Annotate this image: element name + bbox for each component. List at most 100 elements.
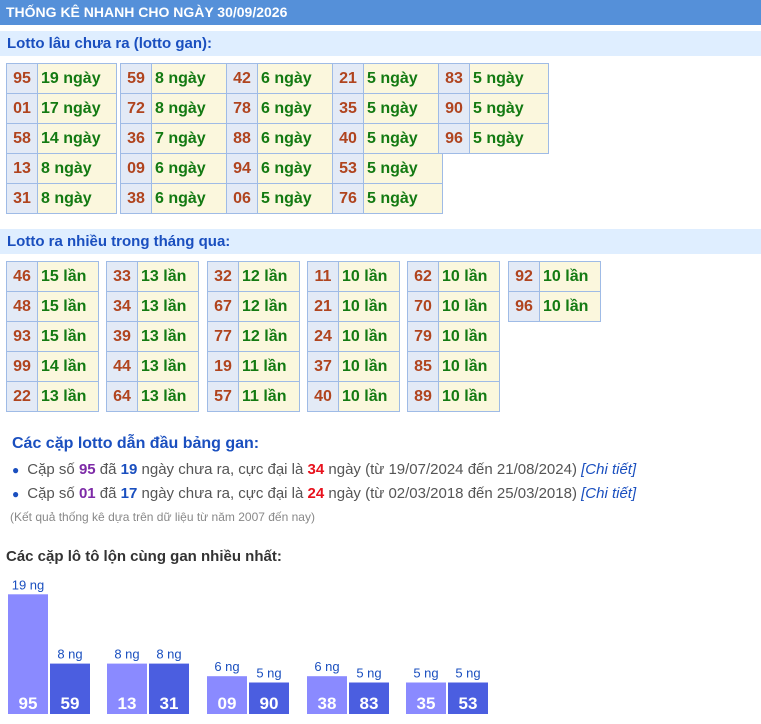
lotto-number: 96 bbox=[508, 291, 540, 322]
lotto-count: 11 lần bbox=[238, 381, 300, 412]
lotto-count: 14 lần bbox=[37, 351, 99, 382]
lotto-number: 58 bbox=[6, 123, 38, 154]
leader-item: ● Cặp số 01 đã 17 ngày chưa ra, cực đại l… bbox=[12, 482, 636, 506]
lotto-number: 13 bbox=[6, 153, 38, 184]
lotto-number: 11 bbox=[307, 261, 339, 292]
pairs-bar-chart: 19 ng 95 8 ng 59 8 ng 13 8 ng 31 6 ng 09 5 ng 90 6 n… bbox=[8, 577, 488, 714]
lotto-number: 90 bbox=[438, 93, 470, 124]
leader-max: 24 bbox=[307, 485, 325, 502]
lotto-number: 36 bbox=[120, 123, 152, 154]
lotto-number: 96 bbox=[438, 123, 470, 154]
lotto-row: 53 5 ngày bbox=[332, 153, 443, 184]
leaders-title: Các cặp lotto dẫn đầu bảng gan: bbox=[12, 435, 260, 452]
lotto-table: 42 6 ngày 78 6 ngày 88 6 ngày 94 6 ngày 06 5 ngày bbox=[226, 63, 337, 214]
bar-number-label: 83 bbox=[360, 694, 379, 713]
lotto-row: 62 10 lần bbox=[407, 261, 500, 292]
gan-section-title: Lotto lâu chưa ra (lotto gan): bbox=[0, 31, 761, 56]
lotto-number: 21 bbox=[332, 63, 364, 94]
frequent-section-title: Lotto ra nhiều trong tháng qua: bbox=[0, 229, 761, 254]
leader-pair: 01 bbox=[78, 485, 96, 502]
lotto-row: 31 8 ngày bbox=[6, 183, 117, 214]
lotto-count: 10 lần bbox=[438, 291, 500, 322]
bar-number-label: 09 bbox=[218, 694, 237, 713]
lotto-table: 59 8 ngày 72 8 ngày 36 7 ngày 09 6 ngày 38 6 ngày bbox=[120, 63, 231, 214]
lotto-count: 11 lần bbox=[238, 351, 300, 382]
bar-number-label: 13 bbox=[118, 694, 137, 713]
lotto-row: 89 10 lần bbox=[407, 381, 500, 412]
lotto-row: 40 10 lần bbox=[307, 381, 400, 412]
lotto-number: 42 bbox=[226, 63, 258, 94]
lotto-count: 8 ngày bbox=[37, 183, 117, 214]
lotto-row: 76 5 ngày bbox=[332, 183, 443, 214]
lotto-number: 09 bbox=[120, 153, 152, 184]
lotto-count: 10 lần bbox=[438, 261, 500, 292]
lotto-row: 90 5 ngày bbox=[438, 93, 549, 124]
lotto-row: 46 15 lần bbox=[6, 261, 99, 292]
lotto-count: 13 lần bbox=[137, 351, 199, 382]
lotto-number: 53 bbox=[332, 153, 364, 184]
lotto-number: 46 bbox=[6, 261, 38, 292]
leader-text: đã bbox=[95, 485, 121, 502]
leader-days: 17 bbox=[120, 485, 138, 502]
lotto-number: 40 bbox=[332, 123, 364, 154]
lotto-number: 38 bbox=[120, 183, 152, 214]
lotto-row: 99 14 lần bbox=[6, 351, 99, 382]
lotto-row: 72 8 ngày bbox=[120, 93, 231, 124]
lotto-table: 92 10 lần 96 10 lần bbox=[508, 261, 601, 322]
lotto-row: 11 10 lần bbox=[307, 261, 400, 292]
lotto-number: 39 bbox=[106, 321, 138, 352]
lotto-count: 8 ngày bbox=[37, 153, 117, 184]
leader-max: 34 bbox=[307, 461, 325, 478]
lotto-row: 38 6 ngày bbox=[120, 183, 231, 214]
lotto-count: 15 lần bbox=[37, 321, 99, 352]
leader-pair: 95 bbox=[78, 461, 96, 478]
lotto-count: 5 ngày bbox=[469, 93, 549, 124]
lotto-row: 59 8 ngày bbox=[120, 63, 231, 94]
lotto-row: 06 5 ngày bbox=[226, 183, 337, 214]
lotto-row: 40 5 ngày bbox=[332, 123, 443, 154]
lotto-row: 78 6 ngày bbox=[226, 93, 337, 124]
lotto-number: 24 bbox=[307, 321, 339, 352]
lotto-count: 13 lần bbox=[37, 381, 99, 412]
lotto-number: 57 bbox=[207, 381, 239, 412]
leader-text: đã bbox=[95, 461, 121, 478]
lotto-number: 32 bbox=[207, 261, 239, 292]
lotto-number: 67 bbox=[207, 291, 239, 322]
lotto-count: 10 lần bbox=[338, 351, 400, 382]
lotto-count: 6 ngày bbox=[151, 183, 231, 214]
lotto-row: 37 10 lần bbox=[307, 351, 400, 382]
lotto-number: 22 bbox=[6, 381, 38, 412]
lotto-number: 94 bbox=[226, 153, 258, 184]
detail-link[interactable]: [Chi tiết] bbox=[581, 461, 636, 478]
lotto-table: 33 13 lần 34 13 lần 39 13 lần 44 13 lần 64 13 lần bbox=[106, 261, 199, 412]
lotto-count: 5 ngày bbox=[363, 183, 443, 214]
bar-number-label: 59 bbox=[61, 694, 80, 713]
lotto-row: 09 6 ngày bbox=[120, 153, 231, 184]
lotto-count: 10 lần bbox=[338, 321, 400, 352]
lotto-number: 21 bbox=[307, 291, 339, 322]
bar-number-label: 53 bbox=[459, 694, 478, 713]
lotto-number: 06 bbox=[226, 183, 258, 214]
lotto-number: 78 bbox=[226, 93, 258, 124]
lotto-count: 19 ngày bbox=[37, 63, 117, 94]
lotto-count: 12 lần bbox=[238, 321, 300, 352]
lotto-row: 92 10 lần bbox=[508, 261, 601, 292]
lotto-number: 70 bbox=[407, 291, 439, 322]
bar-value-label: 5 ng bbox=[455, 666, 480, 681]
lotto-table: 11 10 lần 21 10 lần 24 10 lần 37 10 lần 40 10 lần bbox=[307, 261, 400, 412]
lotto-number: 19 bbox=[207, 351, 239, 382]
bar-value-label: 8 ng bbox=[156, 647, 181, 662]
lotto-number: 76 bbox=[332, 183, 364, 214]
lotto-number: 33 bbox=[106, 261, 138, 292]
lotto-count: 5 ngày bbox=[257, 183, 337, 214]
leader-text: ngày (từ 19/07/2024 đến 21/08/2024) bbox=[324, 461, 582, 478]
pairs-chart-title: Các cặp lô tô lộn cùng gan nhiều nhất: bbox=[6, 548, 282, 565]
data-note: (Kết quả thống kê dựa trên dữ liệu từ nă… bbox=[10, 510, 315, 524]
leader-days: 19 bbox=[120, 461, 138, 478]
lotto-count: 10 lần bbox=[338, 261, 400, 292]
lotto-number: 79 bbox=[407, 321, 439, 352]
lotto-row: 85 10 lần bbox=[407, 351, 500, 382]
leader-text: ngày chưa ra, cực đại là bbox=[137, 485, 308, 502]
leader-item: ● Cặp số 95 đã 19 ngày chưa ra, cực đại l… bbox=[12, 458, 636, 482]
detail-link[interactable]: [Chi tiết] bbox=[581, 485, 636, 502]
